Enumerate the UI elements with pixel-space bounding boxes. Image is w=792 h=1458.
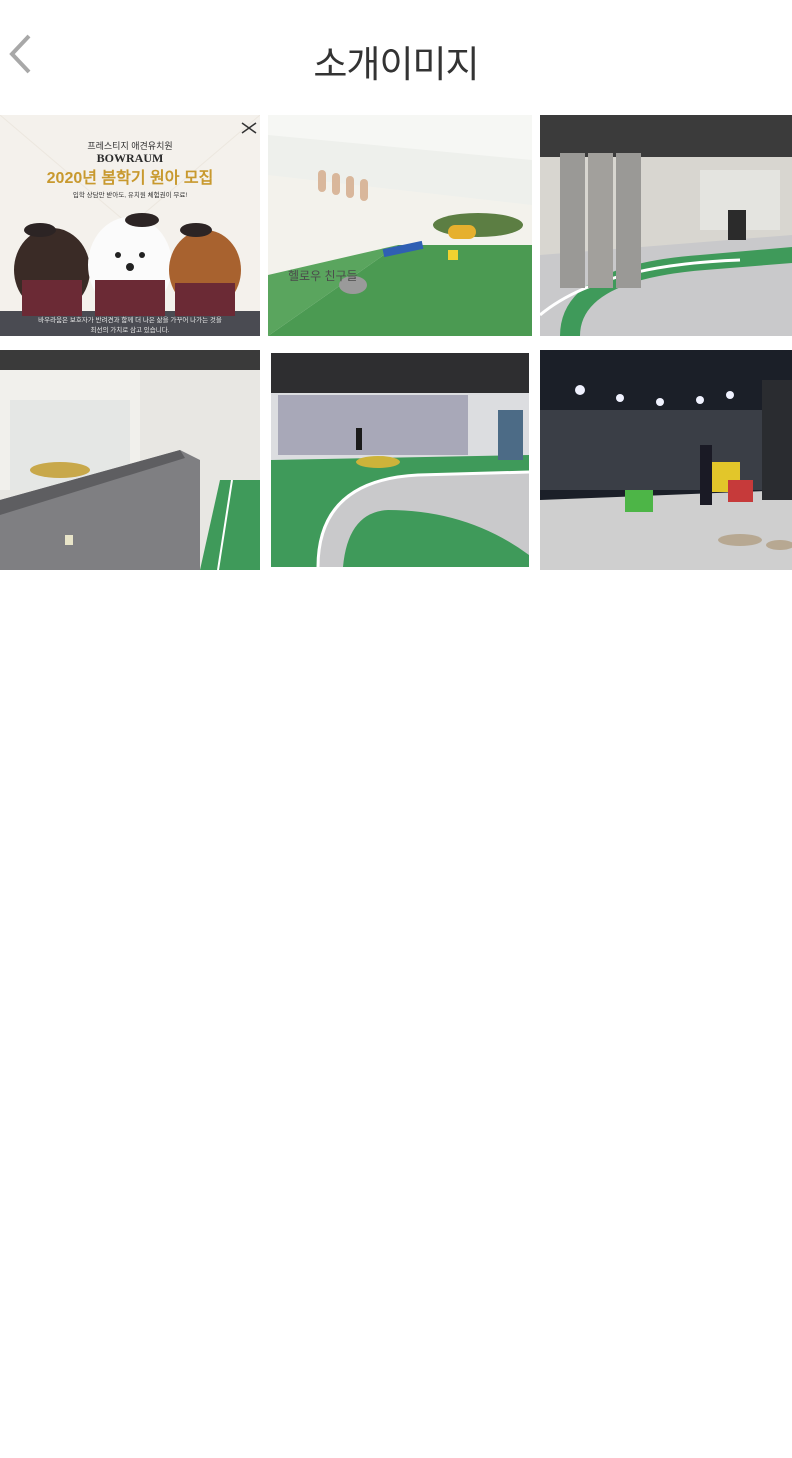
gallery-image-counter[interactable]	[0, 350, 260, 570]
gallery-image-promo-poster[interactable]: 프레스티지 애견유치원 BOWRAUM 2020년 봄학기 원아 모집 입학 상…	[0, 115, 260, 336]
poster-footer-line2: 최선의 가치로 삼고 있습니다.	[91, 325, 170, 334]
gallery-image-hallway[interactable]	[540, 115, 792, 336]
app-header: 소개이미지	[0, 0, 792, 112]
playroom-wall-text: 헬로우 친구들	[288, 269, 358, 283]
page-title: 소개이미지	[313, 43, 479, 86]
poster-footer-line1: 바우라움은 보호자가 반려견과 함께 더 나은 삶을 가꾸어 나가는 것을	[38, 315, 222, 324]
gallery-image-cafe[interactable]	[540, 350, 792, 570]
poster-headline: 2020년 봄학기 원아 모집	[47, 168, 214, 187]
gallery-image-playroom[interactable]: 헬로우 친구들	[268, 115, 532, 336]
poster-brand: BOWRAUM	[97, 151, 164, 165]
gallery-image-track[interactable]	[268, 350, 532, 570]
poster-subline: 입학 상담만 받아도, 유치원 체험권이 무료!	[73, 190, 187, 199]
poster-banner-small: 프레스티지 애견유치원	[87, 140, 172, 151]
